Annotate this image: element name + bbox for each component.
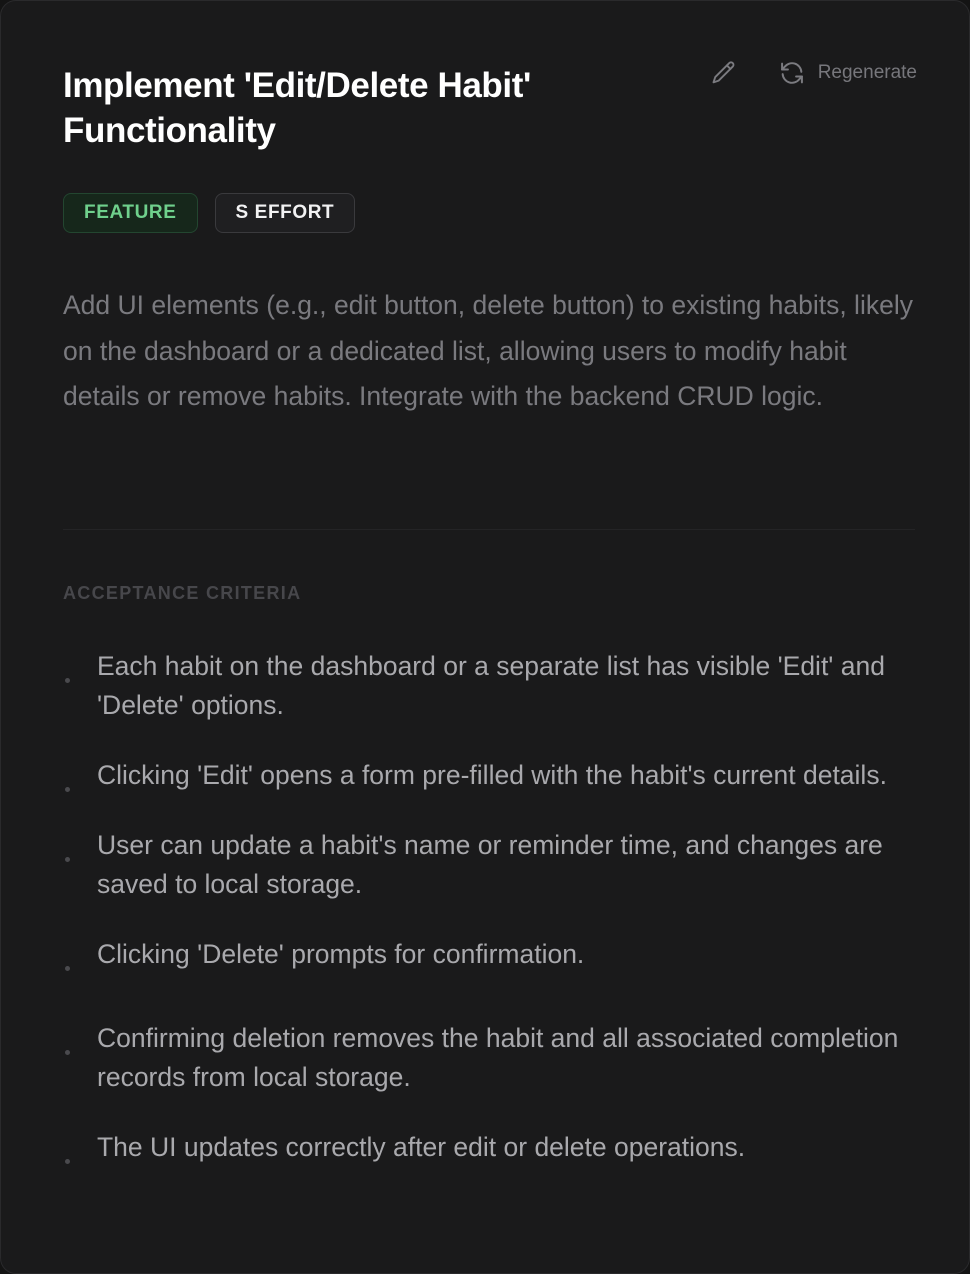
criteria-item: The UI updates correctly after edit or d…	[63, 1128, 919, 1167]
task-card: Implement 'Edit/Delete Habit' Functional…	[0, 0, 970, 1274]
bullet-icon	[65, 1050, 70, 1055]
badge-row: FEATURE S EFFORT	[63, 193, 356, 233]
criteria-text: Clicking 'Edit' opens a form pre-filled …	[97, 760, 887, 790]
criteria-text: Confirming deletion removes the habit an…	[97, 1023, 899, 1092]
task-title: Implement 'Edit/Delete Habit' Functional…	[63, 66, 531, 150]
regenerate-label: Regenerate	[817, 62, 917, 83]
bullet-icon	[65, 857, 70, 862]
bullet-icon	[65, 787, 70, 792]
criteria-item: Clicking 'Edit' opens a form pre-filled …	[63, 756, 919, 795]
criteria-item: User can update a habit's name or remind…	[63, 826, 919, 904]
bullet-icon	[65, 966, 70, 971]
task-description: Add UI elements (e.g., edit button, dele…	[63, 290, 913, 412]
criteria-text: The UI updates correctly after edit or d…	[97, 1132, 746, 1162]
criteria-text: Clicking 'Delete' prompts for confirmati…	[97, 939, 585, 969]
bullet-icon	[65, 1159, 70, 1164]
regenerate-button[interactable]: Regenerate	[778, 59, 917, 87]
edit-button[interactable]	[710, 59, 738, 87]
criteria-text: Each habit on the dashboard or a separat…	[97, 651, 885, 720]
criteria-text: User can update a habit's name or remind…	[97, 830, 883, 899]
criteria-item: Clicking 'Delete' prompts for confirmati…	[63, 935, 919, 974]
acceptance-criteria-heading: ACCEPTANCE CRITERIA	[63, 583, 302, 603]
criteria-item: Confirming deletion removes the habit an…	[63, 1019, 919, 1097]
acceptance-criteria-list: Each habit on the dashboard or a separat…	[63, 647, 919, 1212]
card-actions: Regenerate	[710, 59, 917, 87]
pencil-icon	[712, 61, 735, 84]
effort-badge: S EFFORT	[214, 193, 356, 233]
divider	[63, 529, 915, 530]
type-badge: FEATURE	[63, 193, 198, 233]
criteria-item: Each habit on the dashboard or a separat…	[63, 647, 919, 725]
refresh-icon	[780, 62, 803, 84]
bullet-icon	[65, 678, 70, 683]
